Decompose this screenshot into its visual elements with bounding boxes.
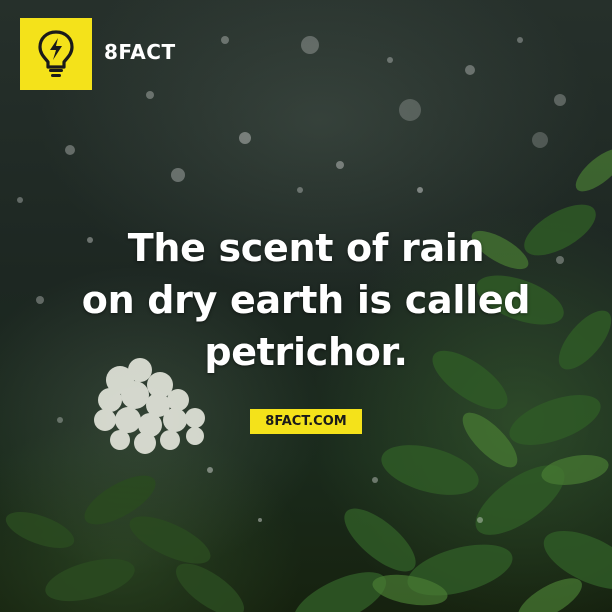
brand-logo — [20, 18, 92, 90]
fact-headline: The scent of rain on dry earth is called… — [0, 222, 612, 378]
brand-name: 8FACT — [104, 40, 176, 64]
fact-line-3: petrichor. — [204, 330, 408, 374]
fact-line-2: on dry earth is called — [81, 278, 531, 322]
fact-card: 8FACT The scent of rain on dry earth is … — [0, 0, 612, 612]
website-badge: 8FACT.COM — [250, 409, 362, 434]
lightbulb-bolt-icon — [38, 30, 74, 77]
fact-line-1: The scent of rain — [127, 226, 485, 270]
